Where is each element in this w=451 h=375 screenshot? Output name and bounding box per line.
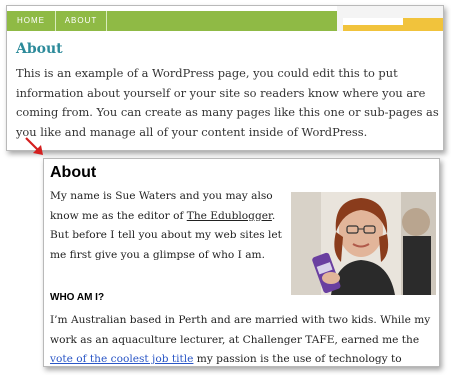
nav-home-link[interactable]: HOME [7,11,56,31]
search-input[interactable] [343,18,403,25]
bio-paragraph: I’m Australian based in Perth and are ma… [50,311,439,366]
about-heading: About [50,164,97,181]
who-am-i-heading: WHO AM I? [50,292,105,303]
profile-photo [291,192,436,295]
page-title: About [16,41,63,57]
wordpress-default-about-panel: HOME ABOUT About This is an example of a… [6,5,444,151]
nav-about-link[interactable]: ABOUT [56,11,107,31]
coolest-job-title-link[interactable]: vote of the coolest job title [50,353,193,365]
nav-bar: HOME ABOUT [7,6,443,31]
intro-paragraph: My name is Sue Waters and you may also k… [50,187,286,265]
custom-about-panel: About My name is Sue Waters and you may … [43,158,440,367]
page-body-text: This is an example of a WordPress page, … [16,66,439,139]
bio-text-before: I’m Australian based in Perth and are ma… [50,314,431,346]
edublogger-link[interactable]: The Edublogger [187,210,272,222]
red-arrow-icon [25,137,43,155]
